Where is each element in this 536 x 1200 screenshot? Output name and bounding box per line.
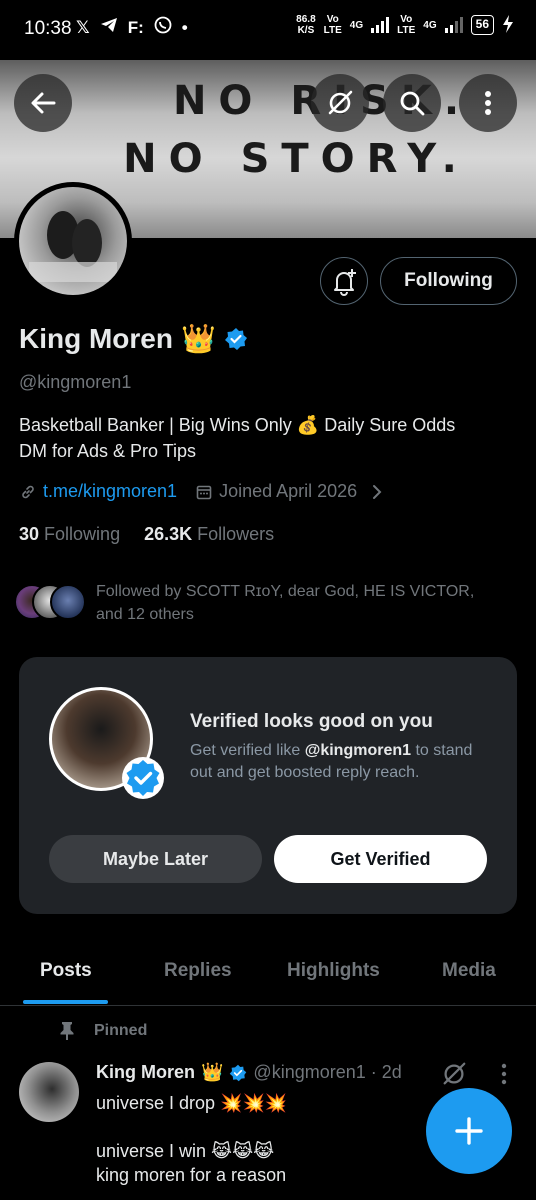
pin-icon	[60, 1022, 74, 1040]
profile-bio: Basketball Banker | Big Wins Only 💰 Dail…	[19, 412, 519, 464]
signal-icon-1	[371, 17, 390, 33]
charging-icon	[502, 14, 514, 36]
profile-meta: t.me/kingmoren1 Joined April 2026	[19, 481, 385, 502]
display-name: King Moren	[19, 322, 173, 354]
notification-icons: 𝕏 F: •	[76, 16, 188, 39]
post-author-name[interactable]: King Moren	[96, 1062, 195, 1083]
avatar-image	[19, 187, 127, 295]
post-line-3: universe I win 😹😹😹	[96, 1141, 275, 1161]
following-stat[interactable]: 30 Following	[19, 524, 120, 545]
profile-handle: @kingmoren1	[19, 372, 132, 392]
get-verified-button[interactable]: Get Verified	[274, 835, 487, 883]
post-body[interactable]: universe I drop 💥💥💥 universe I win 😹😹😹 k…	[96, 1091, 287, 1187]
speed-indicator: 86.8 K/S	[296, 14, 316, 36]
status-time: 10:38	[24, 18, 72, 39]
post-line-4: king moren for a reason	[96, 1165, 287, 1185]
post-author-avatar[interactable]	[19, 1062, 79, 1122]
profile-name: King Moren 👑	[19, 322, 248, 355]
bell-plus-icon	[334, 269, 356, 296]
volte-indicator-2: Vo LTE	[397, 14, 416, 36]
grok-button[interactable]	[311, 74, 369, 132]
following-button[interactable]: Following	[380, 257, 517, 305]
post-line-2	[96, 1115, 287, 1139]
network-type-2: 4G	[423, 19, 437, 31]
joined-date[interactable]: Joined April 2026	[219, 481, 357, 502]
verified-badge-icon	[230, 1064, 247, 1081]
tab-replies[interactable]: Replies	[164, 960, 232, 982]
more-vertical-icon	[485, 91, 491, 115]
volte-indicator-1: Vo LTE	[323, 14, 342, 36]
post-header: King Moren 👑 @kingmoren1 · 2d	[96, 1062, 402, 1083]
notifications-subscribe-button[interactable]	[320, 257, 368, 305]
f-icon: F:	[127, 17, 144, 37]
bio-line-2: DM for Ads & Pro Tips	[19, 441, 197, 461]
calendar-icon	[196, 485, 212, 499]
verified-badge-icon[interactable]	[224, 327, 248, 351]
search-button[interactable]	[383, 74, 441, 132]
profile-tabs: Posts Replies Highlights Media	[0, 940, 536, 1006]
back-button[interactable]	[14, 74, 72, 132]
banner-text-line2: NO STORY.	[123, 136, 469, 182]
tab-posts[interactable]: Posts	[40, 960, 92, 982]
followers-stat[interactable]: 26.3K Followers	[144, 524, 274, 545]
whatsapp-icon	[154, 16, 172, 39]
post-handle-time: @kingmoren1 · 2d	[253, 1062, 402, 1082]
chevron-right-icon[interactable]	[369, 484, 385, 500]
followed-by-text: Followed by SCOTT RɪᴏY, dear God, HE IS …	[96, 583, 475, 623]
post-more-icon[interactable]	[500, 1063, 508, 1085]
tab-media[interactable]: Media	[442, 960, 496, 982]
maybe-later-button[interactable]: Maybe Later	[49, 835, 262, 883]
network-type-1: 4G	[349, 19, 364, 31]
crown-emoji: 👑	[181, 323, 216, 354]
pinned-label: Pinned	[58, 1021, 147, 1041]
telegram-icon	[100, 17, 118, 38]
follower-avatar-3	[50, 584, 86, 620]
verified-card-title: Verified looks good on you	[190, 711, 433, 732]
compose-button[interactable]	[426, 1088, 512, 1174]
status-bar: 10:38 𝕏 F: • 86.8 K/S Vo LTE 4G Vo LTE 4…	[0, 0, 536, 60]
arrow-left-icon	[31, 92, 56, 114]
crown-emoji: 👑	[201, 1062, 224, 1082]
profile-avatar[interactable]	[14, 182, 132, 300]
dot-icon: •	[181, 17, 188, 37]
active-tab-indicator	[23, 1000, 108, 1004]
profile-link[interactable]: t.me/kingmoren1	[43, 481, 177, 502]
grok-icon	[328, 90, 353, 115]
tab-highlights[interactable]: Highlights	[287, 960, 380, 982]
post-line-1: universe I drop 💥💥💥	[96, 1093, 288, 1113]
signal-icon-2	[444, 17, 463, 33]
grok-icon[interactable]	[440, 1060, 468, 1088]
more-options-button[interactable]	[459, 74, 517, 132]
get-verified-card: Verified looks good on you Get verified …	[19, 657, 517, 914]
search-icon	[400, 91, 425, 116]
plus-icon	[455, 1117, 483, 1145]
verified-card-subtitle: Get verified like @kingmoren1 to stand o…	[190, 742, 473, 781]
status-right: 86.8 K/S Vo LTE 4G Vo LTE 4G 56	[296, 14, 514, 36]
link-icon	[22, 485, 34, 498]
battery-icon: 56	[470, 15, 494, 35]
bio-line-1: Basketball Banker | Big Wins Only 💰 Dail…	[19, 415, 456, 435]
followed-by-avatars	[14, 580, 86, 622]
profile-stats: 30 Following 26.3K Followers	[19, 524, 274, 545]
verified-badge-icon	[122, 757, 164, 799]
x-icon: 𝕏	[76, 17, 90, 37]
followed-by[interactable]: Followed by SCOTT RɪᴏY, dear God, HE IS …	[14, 580, 516, 626]
